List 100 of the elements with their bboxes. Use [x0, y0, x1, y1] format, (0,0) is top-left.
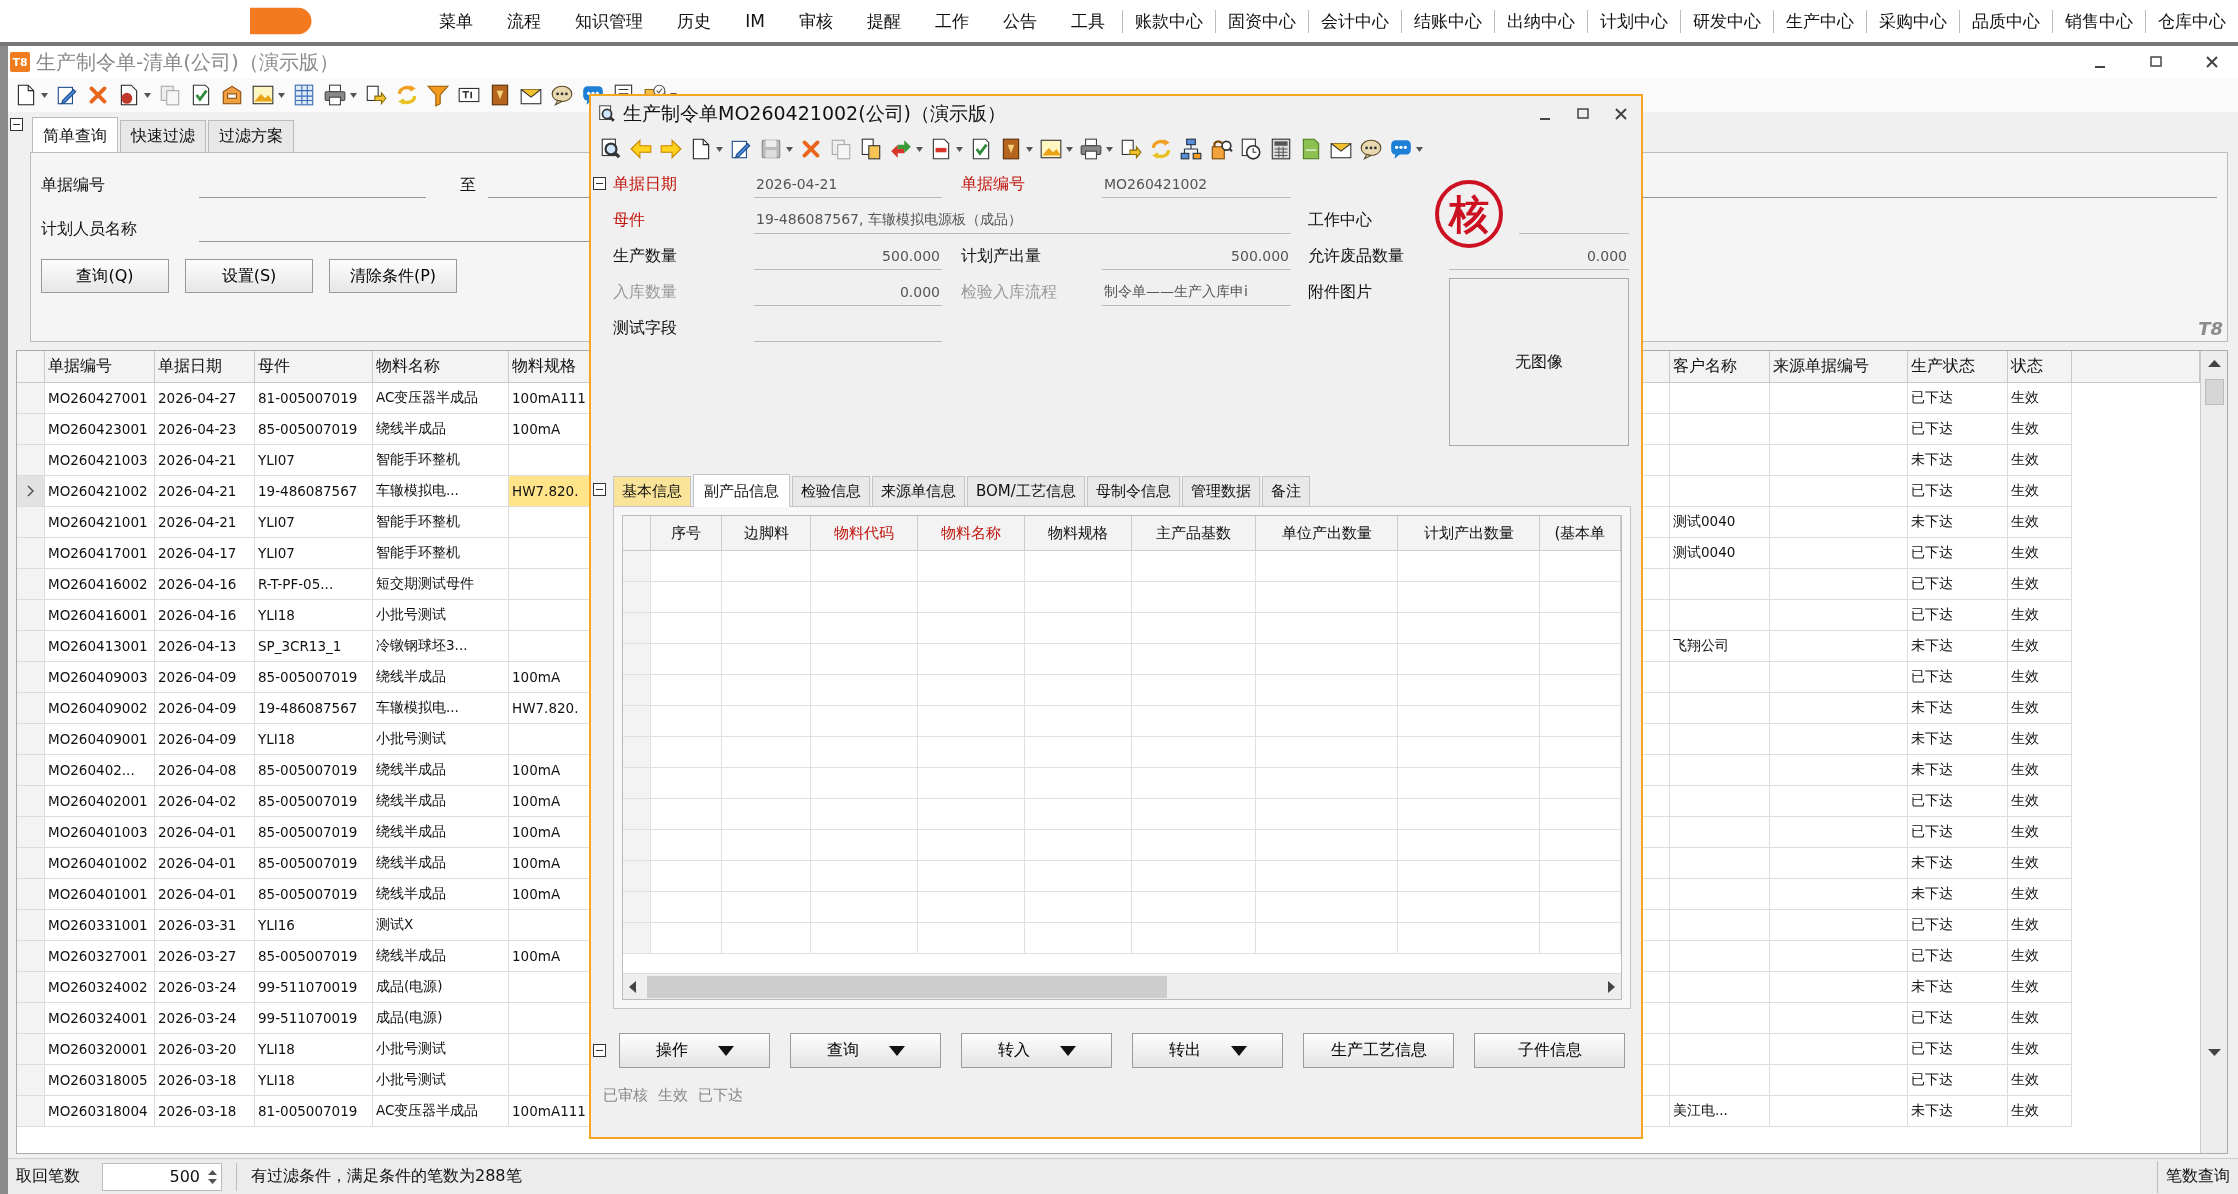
table-cell: MO260401002 [45, 848, 155, 879]
table-cell: 已下达 [1908, 1065, 2008, 1096]
table-cell: MO260427001 [45, 383, 155, 414]
brand-mark: T8 [2198, 318, 2223, 339]
table-cell: 生效 [2008, 1003, 2072, 1034]
table-cell: 车辙模拟电... [373, 476, 509, 507]
table-cell: 2026-04-09 [155, 693, 255, 724]
table-cell: 生效 [2008, 910, 2072, 941]
table-cell: 2026-04-21 [155, 507, 255, 538]
table-cell: 绕线半成品 [373, 662, 509, 693]
field-label: 单据日期 [613, 173, 678, 195]
table-cell: 小批号测试 [373, 1034, 509, 1065]
table-cell: 未下达 [1908, 879, 2008, 910]
table-cell: MO260318005 [45, 1065, 155, 1096]
table-cell: 2026-03-31 [155, 910, 255, 941]
table-cell: 2026-04-16 [155, 569, 255, 600]
table-cell: SP_3CR13_1 [255, 631, 373, 662]
table-cell: 生效 [2008, 879, 2072, 910]
field-label: 生产数量 [613, 245, 678, 267]
table-cell: 已下达 [1908, 383, 2008, 414]
table-cell: 生效 [2008, 755, 2072, 786]
table-cell: 81-005007019 [255, 383, 373, 414]
table-cell: YLI18 [255, 600, 373, 631]
table-cell: 生效 [2008, 600, 2072, 631]
table-cell: 生效 [2008, 662, 2072, 693]
table-cell: 未下达 [1908, 445, 2008, 476]
table-cell: 85-005007019 [255, 662, 373, 693]
table-cell: 生效 [2008, 1034, 2072, 1065]
field-label: 检验入库流程 [961, 281, 1058, 303]
field-label: 单据编号 [961, 173, 1026, 195]
table-cell: MO260423001 [45, 414, 155, 445]
table-cell: 85-005007019 [255, 414, 373, 445]
table-cell: YLI07 [255, 507, 373, 538]
table-cell: 生效 [2008, 445, 2072, 476]
table-cell: 生效 [2008, 569, 2072, 600]
table-cell: 生效 [2008, 507, 2072, 538]
table-cell: YLI16 [255, 910, 373, 941]
field-label: 取回笔数 [16, 1166, 80, 1187]
table-cell: 2026-04-01 [155, 848, 255, 879]
field-label: 单据编号 [41, 174, 106, 196]
table-cell: 生效 [2008, 848, 2072, 879]
table-cell: 2026-04-21 [155, 476, 255, 507]
table-cell: 生效 [2008, 724, 2072, 755]
app-badge: T8 [10, 52, 30, 72]
table-cell: 已下达 [1908, 1003, 2008, 1034]
table-cell: 生效 [2008, 476, 2072, 507]
table-cell: MO260331001 [45, 910, 155, 941]
window-title: 生产制令单-清单(公司)（演示版） [36, 48, 339, 76]
table-cell: 绕线半成品 [373, 414, 509, 445]
table-cell: 85-005007019 [255, 817, 373, 848]
table-cell: 测试0040 [1670, 538, 1770, 569]
table-cell: 2026-04-13 [155, 631, 255, 662]
table-cell: 成品(电源) [373, 972, 509, 1003]
table-cell: 已下达 [1908, 817, 2008, 848]
table-cell: 已下达 [1908, 1034, 2008, 1065]
table-cell: 生效 [2008, 693, 2072, 724]
table-cell: MO260324001 [45, 1003, 155, 1034]
table-cell: 测试0040 [1670, 507, 1770, 538]
table-cell: YLI18 [255, 1065, 373, 1096]
table-cell: 99-511070019 [255, 1003, 373, 1034]
table-cell: 未下达 [1908, 848, 2008, 879]
field-label: 工作中心 [1308, 209, 1373, 231]
table-cell: 生效 [2008, 538, 2072, 569]
table-cell: 81-005007019 [255, 1096, 373, 1127]
table-cell: MO260401001 [45, 879, 155, 910]
table-cell: 85-005007019 [255, 755, 373, 786]
table-cell: 85-005007019 [255, 786, 373, 817]
table-cell: 已下达 [1908, 600, 2008, 631]
table-cell: 85-005007019 [255, 879, 373, 910]
table-cell: MO260416002 [45, 569, 155, 600]
table-cell: 2026-04-23 [155, 414, 255, 445]
table-cell: 生效 [2008, 786, 2072, 817]
table-cell: 智能手环整机 [373, 507, 509, 538]
table-cell: 2026-04-01 [155, 817, 255, 848]
table-cell: MO260416001 [45, 600, 155, 631]
table-cell: 绕线半成品 [373, 817, 509, 848]
table-cell: 车辙模拟电... [373, 693, 509, 724]
table-cell: 2026-03-24 [155, 1003, 255, 1034]
field-label: 计划产出量 [961, 245, 1042, 267]
table-cell: 2026-03-18 [155, 1065, 255, 1096]
dialog-title: 生产制令单MO260421002(公司)（演示版） [623, 101, 1006, 126]
table-cell: 2026-04-16 [155, 600, 255, 631]
table-cell: 成品(电源) [373, 1003, 509, 1034]
table-cell: 2026-04-09 [155, 724, 255, 755]
table-cell: MO260421001 [45, 507, 155, 538]
field-label: 母件 [613, 209, 646, 231]
table-cell: MO260318004 [45, 1096, 155, 1127]
table-cell: AC变压器半成品 [373, 383, 509, 414]
table-cell: 生效 [2008, 383, 2072, 414]
table-cell: 85-005007019 [255, 941, 373, 972]
field-label: 计划人员名称 [41, 218, 138, 240]
field-label: 测试字段 [613, 317, 678, 339]
table-cell: 已下达 [1908, 941, 2008, 972]
table-cell: 未下达 [1908, 972, 2008, 1003]
table-cell: 19-486087567 [255, 476, 373, 507]
table-cell: 2026-04-21 [155, 445, 255, 476]
table-cell: MO260409001 [45, 724, 155, 755]
table-cell: MO260327001 [45, 941, 155, 972]
table-cell: YLI18 [255, 724, 373, 755]
status-message: 有过滤条件，满足条件的笔数为288笔 [251, 1166, 522, 1187]
